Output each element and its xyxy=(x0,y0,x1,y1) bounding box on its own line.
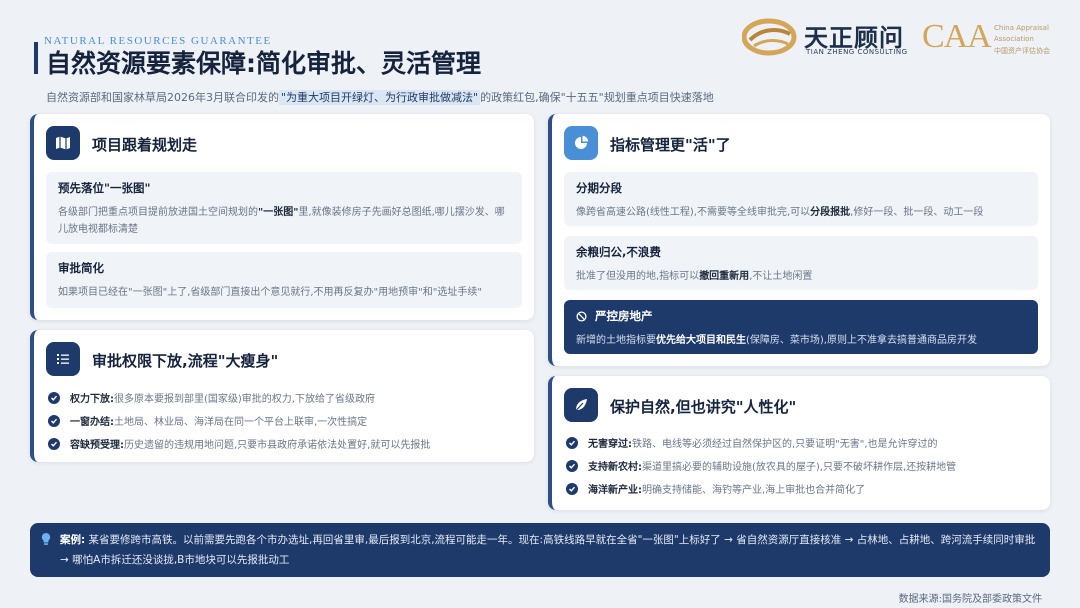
text-part: ,不让土地闲置 xyxy=(749,271,813,282)
tianzheng-name-en: TIAN ZHENG CONSULTING xyxy=(806,48,908,56)
item-text: 像跨省高速公路(线性工程),不需要等全线审批完,可以分段报批,修好一段、批一段、… xyxy=(576,204,1026,221)
item-text: 新增的土地指标要优先给大项目和民生(保障房、菜市场),原则上不准拿去搞普通商品房… xyxy=(576,332,1026,349)
list-item: 支持新农村: 渠道里搞必要的辅助设施(放农具的屋子),只要不破坏耕作层,还按耕地管 xyxy=(566,454,1040,477)
item-text: 铁路、电线等必须经过自然保护区的,只要证明"无害",也是允许穿过的 xyxy=(632,439,938,450)
check-icon xyxy=(48,437,60,450)
tianzheng-logo: 天正顾问 TIAN ZHENG CONSULTING xyxy=(742,16,910,58)
item-heading: 严控房地产 xyxy=(595,309,653,323)
card-approval-authority: 审批权限下放,流程"大瘦身" 权力下放: 很多原本要报到部里(国家级)审批的权力,… xyxy=(30,330,534,462)
text-part: 像跨省高速公路(线性工程),不需要等全线审批完,可以 xyxy=(576,207,811,218)
card-quota-management: 指标管理更"活"了 分期分段 像跨省高速公路(线性工程),不需要等全线审批完,可… xyxy=(548,114,1050,366)
map-icon xyxy=(46,126,80,160)
check-icon xyxy=(48,391,60,404)
card-title: 审批权限下放,流程"大瘦身" xyxy=(92,352,279,370)
subtitle-prefix: 自然资源部和国家林草局2026年3月联合印发的 xyxy=(46,91,279,104)
caa-text-2: Association xyxy=(994,35,1034,43)
item-key: 支持新农村: xyxy=(588,462,642,473)
text-part: (保障房、菜市场),原则上不准拿去搞普通商品房开发 xyxy=(746,335,977,346)
list-item: 容缺预受理: 历史遗留的违规用地问题,只要市县政府承诺依法处置好,就可以先报批 xyxy=(48,432,524,455)
item-text: 土地局、林业局、海洋局在同一个平台上联审,一次性搞定 xyxy=(114,417,368,428)
caa-logo: CAA China Appraisal Association 中国资产评估协会 xyxy=(918,16,1068,60)
strict-real-estate-box: 严控房地产 新增的土地指标要优先给大项目和民生(保障房、菜市场),原则上不准拿去… xyxy=(564,300,1038,354)
header: NATURAL RESOURCES GUARANTEE 自然资源要素保障:简化审… xyxy=(0,0,1080,110)
item-text: 批准了但没用的地,指标可以撤回重新用,不让土地闲置 xyxy=(576,268,1026,285)
item-key: 一窗办结: xyxy=(70,417,114,428)
case-label: 案例: xyxy=(60,534,86,546)
item-heading: 余粮归公,不浪费 xyxy=(576,245,661,259)
item-text: 历史遗留的违规用地问题,只要市县政府承诺依法处置好,就可以先报批 xyxy=(124,440,431,451)
plan-item: 审批简化 如果项目已经在"一张图"上了,省级部门直接出个意见就行,不用再反复办"… xyxy=(46,252,522,308)
text-emphasis: 分段报批 xyxy=(810,207,851,218)
list-item: 无害穿过: 铁路、电线等必须经过自然保护区的,只要证明"无害",也是允许穿过的 xyxy=(566,431,1040,454)
list-item: 权力下放: 很多原本要报到部里(国家级)审批的权力,下放给了省级政府 xyxy=(48,386,524,409)
caa-mark: CAA xyxy=(922,18,992,55)
nature-list: 无害穿过: 铁路、电线等必须经过自然保护区的,只要证明"无害",也是允许穿过的 支… xyxy=(566,431,1040,500)
lightbulb-icon xyxy=(41,533,51,545)
check-icon xyxy=(566,459,578,472)
item-heading: 审批简化 xyxy=(58,261,104,275)
check-icon xyxy=(566,436,578,449)
list-icon xyxy=(46,342,80,376)
text-part: 批准了但没用的地,指标可以 xyxy=(576,271,700,282)
list-item: 海洋新产业: 明确支持储能、海钓等产业,海上审批也合并简化了 xyxy=(566,477,1040,500)
item-text: 如果项目已经在"一张图"上了,省级部门直接出个意见就行,不用再反复办"用地预审"… xyxy=(58,287,482,298)
strict-heading-row: 严控房地产 xyxy=(576,308,1026,324)
item-key: 权力下放: xyxy=(70,394,114,405)
item-key: 无害穿过: xyxy=(588,439,632,450)
card-title: 保护自然,但也讲究"人性化" xyxy=(610,398,797,416)
case-text: 某省要修跨市高铁。以前需要先跑各个市办选址,再回省里审,最后报到北京,流程可能走… xyxy=(60,534,1036,566)
tianzheng-mark-icon xyxy=(742,18,797,56)
leaf-icon xyxy=(564,388,598,422)
check-icon xyxy=(48,414,60,427)
text-emphasis: "一张图" xyxy=(258,207,299,218)
card-title: 指标管理更"活"了 xyxy=(610,136,731,154)
quota-item: 余粮归公,不浪费 批准了但没用的地,指标可以撤回重新用,不让土地闲置 xyxy=(564,236,1038,290)
subtitle-highlight: "为重大项目开绿灯、为行政审批做减法" xyxy=(279,90,481,105)
text-part: ,修好一段、批一段、动工一段 xyxy=(850,207,984,218)
item-key: 容缺预受理: xyxy=(70,440,124,451)
plan-item: 预先落位"一张图" 各级部门把重点项目提前放进国土空间规划的"一张图"里,就像装… xyxy=(46,172,522,244)
caa-text-3: 中国资产评估协会 xyxy=(994,47,1050,55)
text-emphasis: 撤回重新用 xyxy=(699,271,750,282)
subtitle: 自然资源部和国家林草局2026年3月联合印发的 "为重大项目开绿灯、为行政审批做减… xyxy=(46,89,714,105)
ban-icon xyxy=(576,310,587,322)
item-key: 海洋新产业: xyxy=(588,485,642,496)
case-banner: 案例: 某省要修跨市高铁。以前需要先跑各个市办选址,再回省里审,最后报到北京,流… xyxy=(30,523,1050,577)
item-heading: 分期分段 xyxy=(576,181,622,195)
pie-chart-icon xyxy=(564,126,598,160)
item-text: 渠道里搞必要的辅助设施(放农具的屋子),只要不破坏耕作层,还按耕地管 xyxy=(642,462,957,473)
card-project-plan: 项目跟着规划走 预先落位"一张图" 各级部门把重点项目提前放进国土空间规划的"一… xyxy=(30,114,534,320)
page-title: 自然资源要素保障:简化审批、灵活管理 xyxy=(46,49,481,78)
title-accent-bar xyxy=(34,42,38,74)
authority-list: 权力下放: 很多原本要报到部里(国家级)审批的权力,下放给了省级政府 一窗办结: 土… xyxy=(48,386,524,455)
item-text: 各级部门把重点项目提前放进国土空间规划的"一张图"里,就像装修房子先画好总图纸,… xyxy=(58,204,510,238)
check-icon xyxy=(566,482,578,495)
list-item: 一窗办结: 土地局、林业局、海洋局在同一个平台上联审,一次性搞定 xyxy=(48,409,524,432)
slide: NATURAL RESOURCES GUARANTEE 自然资源要素保障:简化审… xyxy=(0,0,1080,608)
item-text: 明确支持储能、海钓等产业,海上审批也合并简化了 xyxy=(642,485,866,496)
caa-text-1: China Appraisal xyxy=(994,24,1049,32)
item-text: 很多原本要报到部里(国家级)审批的权力,下放给了省级政府 xyxy=(114,394,375,405)
item-heading: 预先落位"一张图" xyxy=(58,181,151,195)
card-nature-protection: 保护自然,但也讲究"人性化" 无害穿过: 铁路、电线等必须经过自然保护区的,只要证… xyxy=(548,376,1050,510)
text-part: 各级部门把重点项目提前放进国土空间规划的 xyxy=(58,207,258,218)
text-part: 新增的土地指标要 xyxy=(576,335,656,346)
text-emphasis: 优先给大项目和民生 xyxy=(656,335,746,346)
subtitle-suffix: 的政策红包,确保"十五五"规划重点项目快速落地 xyxy=(480,91,714,104)
data-source: 数据来源:国务院及部委政策文件 xyxy=(898,594,1042,605)
quota-item: 分期分段 像跨省高速公路(线性工程),不需要等全线审批完,可以分段报批,修好一段… xyxy=(564,172,1038,226)
card-title: 项目跟着规划走 xyxy=(92,136,198,154)
